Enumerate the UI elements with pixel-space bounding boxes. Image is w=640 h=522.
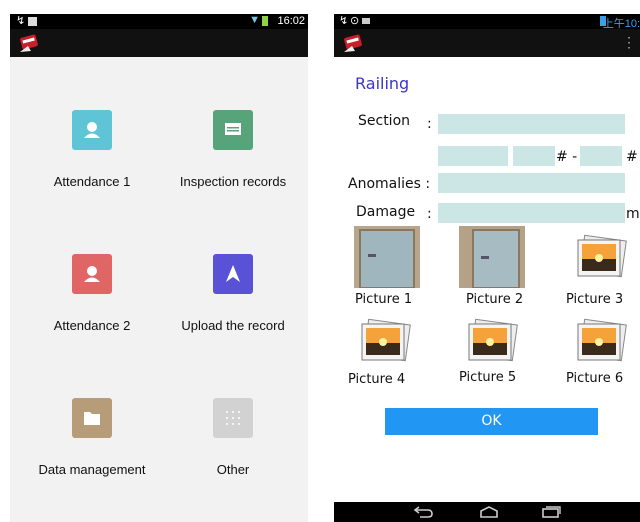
section-mid-input[interactable] [513, 146, 555, 166]
picture-4-label: Picture 4 [348, 372, 406, 387]
section-label: Section [358, 113, 411, 129]
battery-icon [262, 16, 268, 26]
action-bar [10, 29, 308, 57]
sync-icon: ⊙ [350, 15, 360, 27]
picture-1-label: Picture 1 [355, 292, 413, 307]
tile-label: Attendance 2 [53, 318, 131, 333]
status-bar: ↯ ▼ 16:02 [10, 14, 308, 29]
page-title: Railing [355, 74, 410, 93]
picture-5-label: Picture 5 [459, 370, 517, 385]
person-icon [84, 122, 100, 138]
status-time: 16:02 [277, 15, 305, 27]
ok-button-label: OK [481, 413, 502, 429]
arrow-up-icon [226, 265, 240, 282]
tile-icon-box [72, 398, 112, 438]
section-input[interactable] [438, 114, 625, 134]
section-start-input[interactable] [438, 146, 508, 166]
tile-label: Attendance 1 [53, 174, 131, 189]
damage-label: Damage [356, 204, 416, 220]
picture-3-label: Picture 3 [566, 292, 624, 307]
tile-data-management[interactable]: Data management [34, 398, 150, 477]
notification-icon [362, 18, 370, 24]
notification-icon [28, 17, 37, 26]
ok-button[interactable]: OK [385, 408, 598, 435]
railing-form-screen: ↯ ⊙ 上午10: ⋮ Railing Section : # - # Anom… [334, 14, 640, 522]
hash-separator: # - [556, 149, 578, 165]
tile-inspection-records[interactable]: Inspection records [175, 110, 291, 189]
picture-1-thumbnail[interactable] [354, 226, 420, 288]
tile-icon-box [213, 254, 253, 294]
section-end-input[interactable] [580, 146, 622, 166]
action-bar: ⋮ [334, 29, 640, 57]
tile-label: Inspection records [179, 174, 287, 189]
picture-2-label: Picture 2 [466, 292, 524, 307]
picture-2-thumbnail[interactable] [459, 226, 525, 288]
picture-6-label: Picture 6 [566, 371, 624, 386]
main-menu-screen: ↯ ▼ 16:02 Attendance 1 Inspection record… [10, 14, 308, 522]
home-icon[interactable] [478, 505, 500, 519]
usb-icon: ↯ [16, 15, 26, 27]
anomalies-input[interactable] [438, 173, 625, 193]
picture-6-placeholder[interactable] [566, 314, 632, 376]
person-icon [84, 266, 100, 282]
tile-label: Upload the record [181, 318, 285, 333]
folder-icon [84, 412, 100, 425]
picture-5-placeholder[interactable] [457, 314, 523, 376]
anomalies-label: Anomalies : [348, 176, 431, 192]
tile-icon-box [72, 254, 112, 294]
tile-label: Data management [38, 462, 146, 477]
damage-colon: : [427, 206, 432, 222]
tile-upload-the-record[interactable]: Upload the record [175, 254, 291, 333]
usb-icon: ↯ [339, 15, 349, 27]
section-colon: : [427, 116, 432, 132]
overflow-menu-icon[interactable]: ⋮ [622, 35, 636, 49]
picture-3-placeholder[interactable] [566, 226, 632, 288]
grid-icon [226, 411, 240, 425]
app-logo-icon[interactable] [18, 32, 42, 54]
navigation-bar [334, 502, 640, 522]
status-bar: ↯ ⊙ 上午10: [334, 14, 640, 30]
damage-input[interactable] [438, 203, 625, 223]
message-icon [225, 123, 241, 135]
app-logo-icon[interactable] [342, 32, 366, 54]
tile-icon-box [72, 110, 112, 150]
tile-attendance-1[interactable]: Attendance 1 [34, 110, 150, 189]
back-icon[interactable] [412, 505, 434, 519]
tile-icon-box [213, 110, 253, 150]
picture-4-placeholder[interactable] [350, 314, 416, 376]
tile-icon-box [213, 398, 253, 438]
tile-other[interactable]: Other [175, 398, 291, 477]
tile-attendance-2[interactable]: Attendance 2 [34, 254, 150, 333]
hash-end: # [626, 149, 638, 165]
recent-apps-icon[interactable] [540, 505, 562, 519]
damage-unit: m [626, 206, 640, 222]
tile-label: Other [216, 462, 250, 477]
wifi-icon: ▼ [249, 14, 260, 26]
